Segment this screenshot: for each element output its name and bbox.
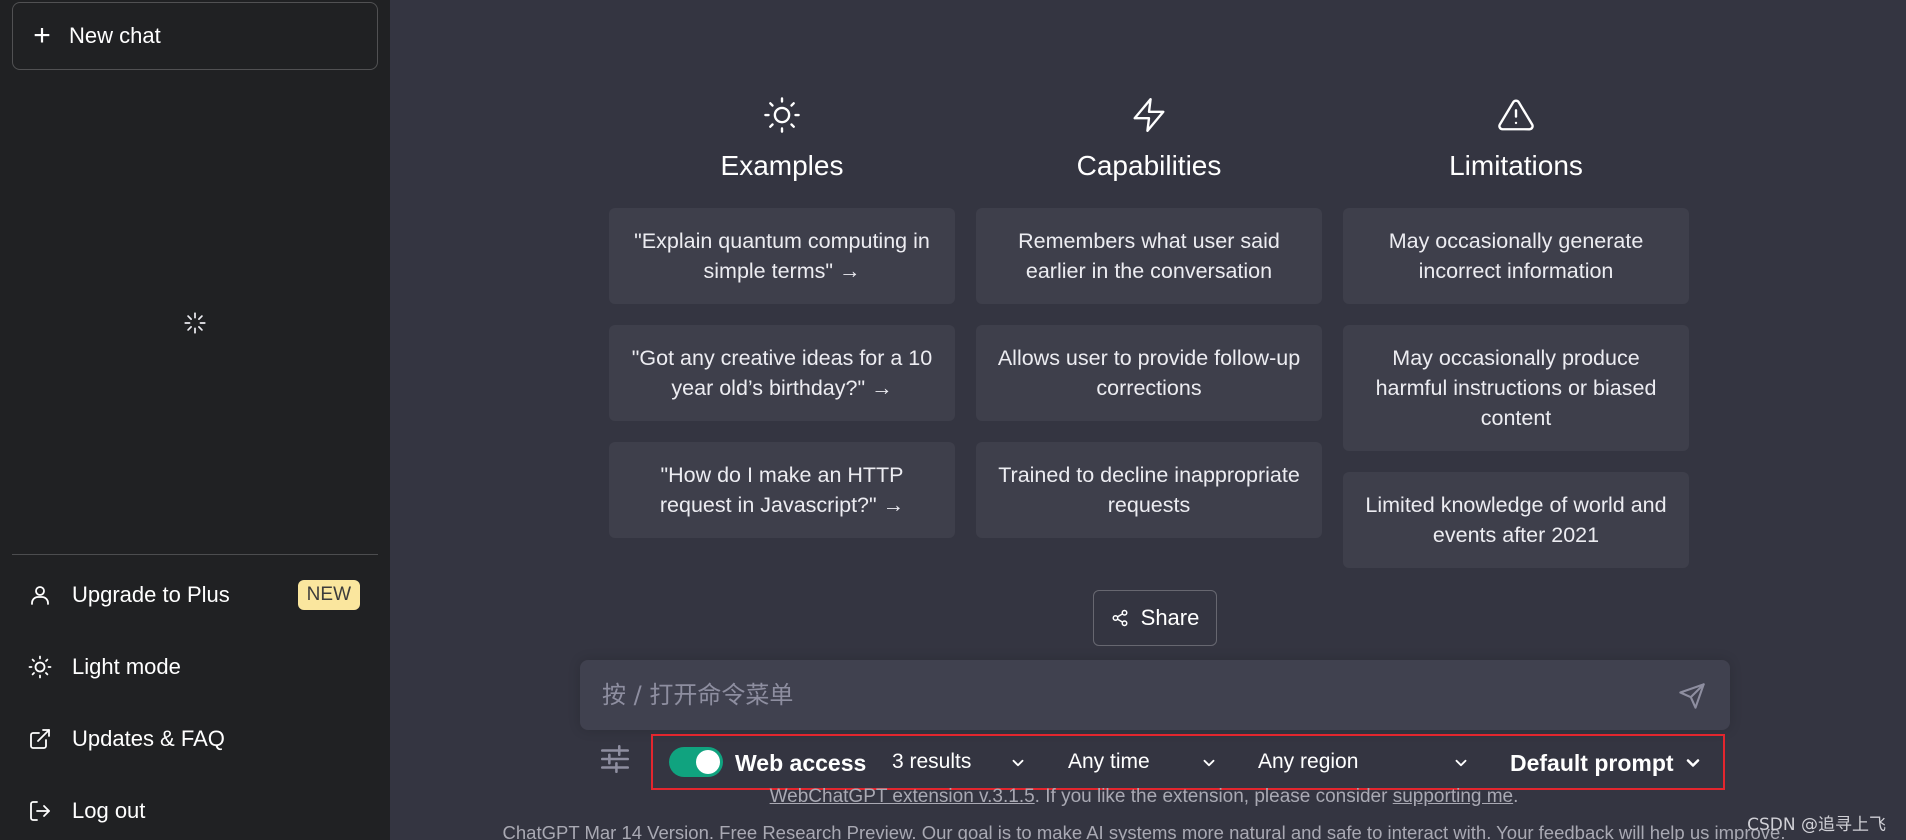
- share-button[interactable]: Share: [1093, 590, 1217, 646]
- loading-spinner-icon: [184, 312, 206, 334]
- webchatgpt-toolbar: Web access 3 results Any time Any region…: [651, 734, 1725, 790]
- sidebar: + New chat Upgrade to Plus NEW Light mod…: [0, 0, 390, 840]
- time-dropdown[interactable]: Any time: [1068, 750, 1150, 774]
- sun-icon: [28, 655, 52, 679]
- column-title: Examples: [720, 150, 844, 181]
- web-access-toggle[interactable]: [669, 747, 723, 777]
- limitations-column: Limitations May occasionally generate in…: [1343, 90, 1689, 568]
- examples-column: Examples "Explain quantum computing in s…: [609, 90, 955, 538]
- version-footer: ChatGPT Mar 14 Version. Free Research Pr…: [502, 822, 1786, 840]
- column-title: Limitations: [1449, 150, 1583, 181]
- chevron-down-icon[interactable]: [1452, 754, 1470, 772]
- example-card[interactable]: "How do I make an HTTP request in Javasc…: [609, 442, 955, 538]
- capability-card: Remembers what user said earlier in the …: [976, 208, 1322, 304]
- capability-card: Allows user to provide follow-up correct…: [976, 325, 1322, 421]
- sliders-icon[interactable]: [598, 742, 632, 776]
- extension-link[interactable]: WebChatGPT extension v.3.1.5: [770, 786, 1035, 807]
- limitation-card: May occasionally produce harmful instruc…: [1343, 325, 1689, 451]
- limitation-card: May occasionally generate incorrect info…: [1343, 208, 1689, 304]
- user-icon: [31, 586, 49, 605]
- sun-icon: [764, 97, 800, 133]
- chevron-down-icon[interactable]: [1009, 754, 1027, 772]
- share-label: Share: [1140, 605, 1200, 630]
- send-icon[interactable]: [1678, 682, 1706, 710]
- sidebar-item-updates-faq[interactable]: Updates & FAQ: [12, 709, 378, 769]
- sidebar-item-label: Upgrade to Plus: [72, 582, 230, 607]
- region-dropdown[interactable]: Any region: [1258, 750, 1358, 774]
- support-link[interactable]: supporting me: [1393, 786, 1513, 807]
- example-card[interactable]: "Got any creative ideas for a 10 year ol…: [609, 325, 955, 421]
- plus-icon: +: [33, 19, 51, 52]
- sidebar-divider: [12, 554, 378, 555]
- capability-card: Trained to decline inappropriate request…: [976, 442, 1322, 538]
- chevron-down-icon[interactable]: [1200, 754, 1218, 772]
- share-icon: [1112, 609, 1128, 627]
- prompt-dropdown[interactable]: Default prompt: [1510, 750, 1674, 777]
- external-link-icon: [30, 729, 50, 749]
- column-title: Capabilities: [1076, 150, 1222, 181]
- new-chat-label: New chat: [69, 23, 161, 48]
- sidebar-item-label: Updates & FAQ: [72, 726, 225, 751]
- warning-icon: [1498, 99, 1534, 131]
- extension-text: . If you like the extension, please cons…: [1034, 786, 1393, 807]
- new-badge: NEW: [297, 580, 360, 610]
- chevron-down-icon[interactable]: [1683, 753, 1703, 773]
- web-access-label: Web access: [735, 750, 867, 776]
- new-chat-button[interactable]: + New chat: [12, 2, 378, 70]
- watermark: CSDN @追寻上飞: [1747, 815, 1886, 835]
- limitation-card: Limited knowledge of world and events af…: [1343, 472, 1689, 568]
- message-input[interactable]: [602, 660, 1642, 730]
- results-dropdown[interactable]: 3 results: [892, 750, 971, 774]
- extension-end: .: [1513, 786, 1519, 807]
- message-composer: [580, 660, 1730, 730]
- sidebar-item-light-mode[interactable]: Light mode: [12, 637, 378, 697]
- sidebar-item-label: Light mode: [72, 654, 181, 679]
- sidebar-item-upgrade[interactable]: Upgrade to Plus NEW: [12, 565, 378, 625]
- capabilities-column: Capabilities Remembers what user said ea…: [976, 90, 1322, 538]
- lightning-icon: [1133, 97, 1165, 133]
- extension-footer: WebChatGPT extension v.3.1.5. If you lik…: [0, 786, 1906, 808]
- example-card[interactable]: "Explain quantum computing in simple ter…: [609, 208, 955, 304]
